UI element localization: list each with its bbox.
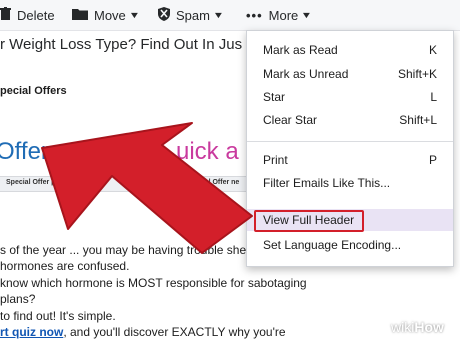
watermark-part1: wiki [391,319,415,335]
red-arrow-pointer [41,122,253,254]
watermark-part2: How [414,319,444,335]
wikihow-watermark: wikiHow [391,319,444,335]
